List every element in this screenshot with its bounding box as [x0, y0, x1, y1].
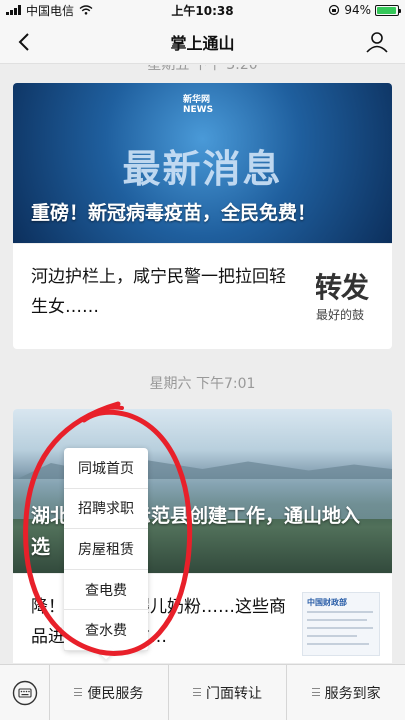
keyboard-toggle-button[interactable] [0, 664, 50, 720]
thumbnail-text: 转发 [316, 271, 369, 304]
article-thumbnail: 中国财政部 [302, 592, 380, 656]
wifi-icon [79, 5, 93, 15]
time-separator: 星期六 下午7:01 [149, 376, 256, 392]
article-card: 新华网 NEWS 最新消息 重磅！新冠病毒疫苗，全民免费！ 河边护栏上，咸宁民警… [13, 83, 392, 349]
keyboard-icon [12, 680, 37, 705]
message-feed[interactable]: 星期五 下午 3:20 新华网 NEWS 最新消息 重磅！新冠病毒疫苗，全民免费… [0, 65, 405, 663]
news-logo: 新华网 NEWS [183, 95, 214, 115]
service-popup-menu: 同城首页 招聘求职 房屋租赁 查电费 查水费 [64, 448, 148, 660]
hero-banner-text: 最新消息 [122, 147, 283, 191]
tab-label: 门面转让 [206, 685, 262, 702]
tab-label: 服务到家 [324, 685, 381, 702]
battery-level [377, 6, 396, 14]
tab-convenience-services[interactable]: 便民服务 [50, 664, 169, 720]
signal-icon [6, 5, 21, 15]
thumbnail-caption: 最好的鼓 [316, 308, 365, 322]
bottom-tab-bar: 便民服务 门面转让 服务到家 [0, 664, 405, 720]
article-sub-title: 河边护栏上，咸宁民警一把拉回轻生女…… [31, 267, 286, 317]
tab-home-services[interactable]: 服务到家 [287, 665, 405, 720]
tab-shop-transfer[interactable]: 门面转让 [169, 664, 288, 720]
nav-bar: 掌上通山 [0, 20, 405, 64]
document-thumbnail: 中国财政部 [302, 592, 380, 656]
battery-icon [375, 4, 401, 16]
article-sub-item[interactable]: 河边护栏上，咸宁民警一把拉回轻生女…… 转发 最好的鼓 [13, 243, 392, 347]
rotation-lock-icon [329, 4, 340, 16]
thumbnail-caption: 中国财政部 [307, 598, 347, 607]
menu-item-rental[interactable]: 房屋租赁 [64, 529, 148, 570]
tab-label: 便民服务 [87, 685, 144, 702]
page-title: 掌上通山 [170, 33, 235, 53]
person-icon[interactable] [365, 30, 389, 54]
article-title: 重磅！新冠病毒疫苗，全民免费！ [31, 202, 317, 224]
menu-lines-icon [193, 687, 201, 696]
menu-item-city-home[interactable]: 同城首页 [64, 448, 148, 489]
menu-item-jobs[interactable]: 招聘求职 [64, 489, 148, 530]
status-bar: 中国电信 上午10:38 94% [0, 0, 405, 20]
chevron-left-icon[interactable] [14, 31, 36, 53]
menu-item-electricity-bill[interactable]: 查电费 [64, 570, 148, 611]
time-separator: 星期五 下午 3:20 [147, 65, 258, 73]
menu-lines-icon [311, 687, 320, 696]
menu-lines-icon [74, 687, 83, 696]
battery-percent: 94% [344, 3, 371, 17]
article-hero[interactable]: 新华网 NEWS 最新消息 重磅！新冠病毒疫苗，全民免费！ [13, 83, 392, 243]
carrier-label: 中国电信 [26, 3, 75, 18]
article-thumbnail: 转发 最好的鼓 [316, 262, 380, 326]
